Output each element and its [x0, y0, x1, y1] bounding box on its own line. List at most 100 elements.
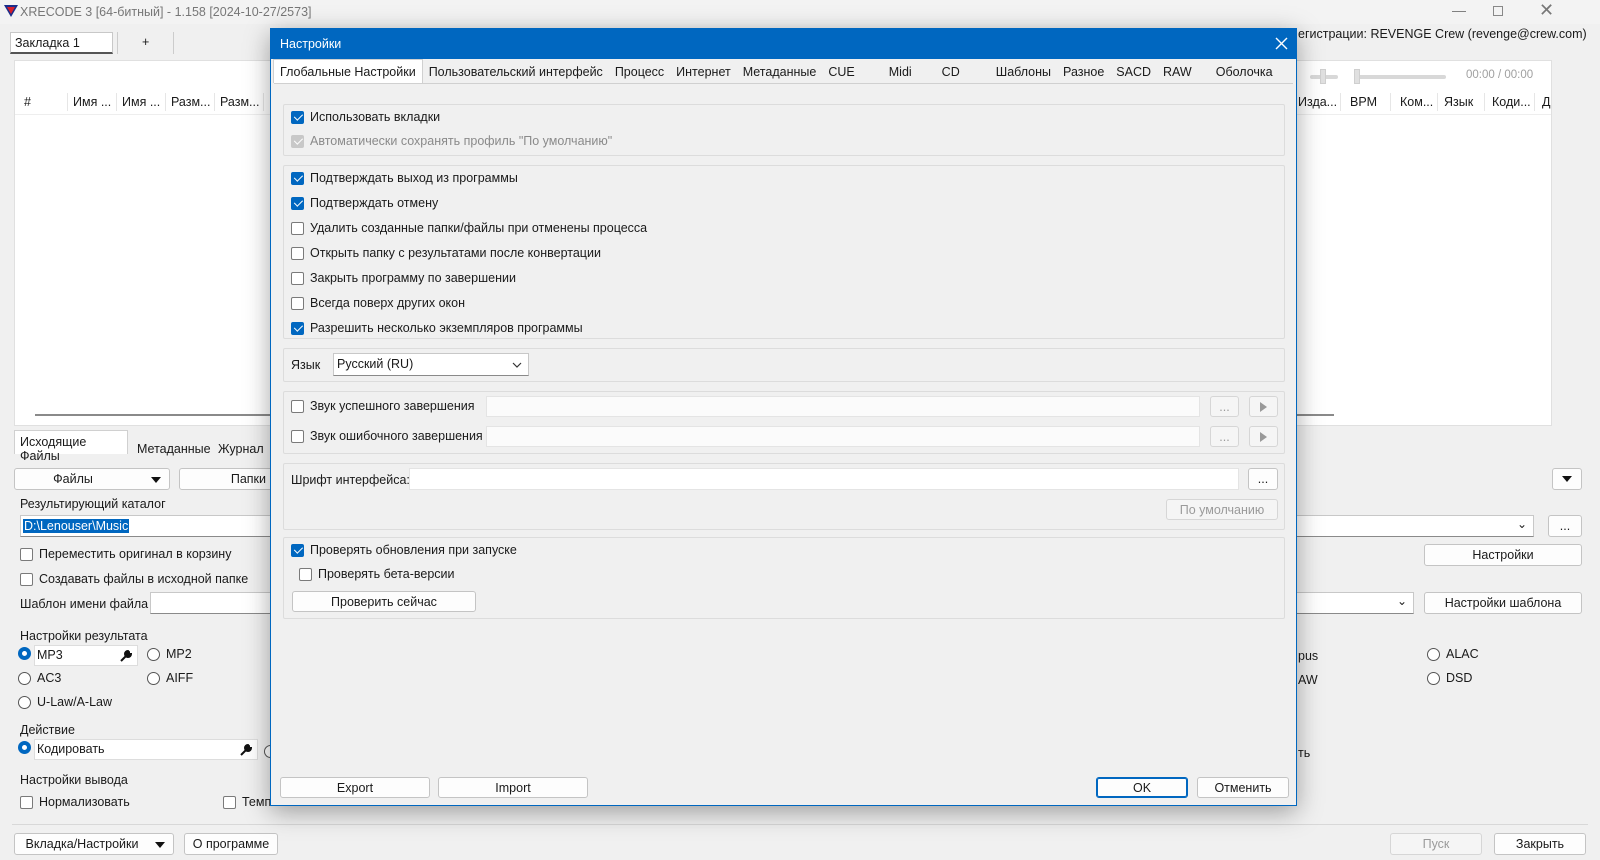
check-now-button[interactable]: Проверить сейчас: [292, 591, 476, 612]
tab-templates[interactable]: Шаблоны: [990, 61, 1057, 83]
tab-cue[interactable]: CUE: [822, 61, 882, 83]
use-tabs-checkbox[interactable]: Использовать вкладки: [291, 110, 440, 124]
bottom-tab-source-files[interactable]: Исходящие Файлы: [14, 430, 128, 463]
move-original-checkbox[interactable]: Переместить оригинал в корзину: [20, 547, 231, 561]
folders-button[interactable]: Папки: [179, 468, 279, 490]
column-header[interactable]: #: [24, 95, 31, 109]
format-dsd-radio[interactable]: DSD: [1427, 671, 1472, 685]
files-button[interactable]: Файлы: [14, 468, 170, 490]
tab-process[interactable]: Процесс: [609, 61, 670, 83]
format-mp3-radio[interactable]: [18, 647, 31, 660]
tab-user-interface[interactable]: Пользовательский интерфейс: [423, 61, 609, 83]
options-dropdown-button[interactable]: [1552, 468, 1582, 490]
checkbox[interactable]: [20, 572, 33, 586]
open-folder-checkbox[interactable]: Открыть папку с результатами после конве…: [291, 246, 601, 260]
about-button[interactable]: О программе: [184, 833, 278, 855]
font-input[interactable]: [409, 468, 1239, 490]
tab-internet[interactable]: Интернет: [670, 61, 737, 83]
export-button[interactable]: Export: [280, 777, 430, 798]
sound-success-checkbox[interactable]: Звук успешного завершения: [291, 399, 475, 413]
tab-shell[interactable]: Оболочка: [1210, 61, 1279, 83]
sound-error-play-button[interactable]: [1249, 426, 1278, 447]
horizontal-scrollbar[interactable]: [35, 414, 275, 416]
tab-global-settings[interactable]: Глобальные Настройки: [273, 59, 423, 83]
tab-misc[interactable]: Разное: [1057, 61, 1110, 83]
tab-settings-button[interactable]: Вкладка/Настройки: [14, 833, 174, 855]
file-list-right[interactable]: 00:00 / 00:00 Изда... BPM Ком... Язык Ко…: [1296, 60, 1552, 426]
check-updates-checkbox[interactable]: Проверять обновления при запуске: [291, 543, 517, 557]
close-icon[interactable]: [1275, 37, 1288, 50]
sound-success-play-button[interactable]: [1249, 396, 1278, 417]
add-tab-button[interactable]: +: [142, 35, 149, 49]
tempo-checkbox[interactable]: Темп: [223, 795, 271, 809]
wrench-icon[interactable]: [119, 649, 133, 663]
bottom-tab-metadata[interactable]: Метаданные: [137, 442, 211, 456]
format-mp2-radio[interactable]: MP2: [147, 647, 192, 661]
font-default-button[interactable]: По умолчанию: [1166, 499, 1278, 520]
sound-success-browse-button[interactable]: ...: [1210, 396, 1239, 417]
position-slider[interactable]: [1354, 75, 1446, 79]
wrench-icon[interactable]: [239, 743, 253, 757]
format-mp3-field[interactable]: MP3: [34, 645, 138, 666]
restore-icon[interactable]: [1493, 6, 1503, 16]
sound-success-input[interactable]: [486, 396, 1200, 417]
cancel-button[interactable]: Отменить: [1197, 777, 1289, 798]
tab-bookmark-1[interactable]: Закладка 1: [10, 32, 113, 54]
language-select[interactable]: Русский (RU): [333, 353, 529, 376]
volume-slider-thumb[interactable]: [1320, 69, 1326, 84]
column-header[interactable]: Имя ...: [73, 95, 111, 109]
normalize-checkbox[interactable]: Нормализовать: [20, 795, 130, 809]
delete-created-checkbox[interactable]: Удалить созданные папки/файлы при отмене…: [291, 221, 647, 235]
import-button[interactable]: Import: [438, 777, 588, 798]
column-header[interactable]: Ком...: [1400, 95, 1433, 109]
file-list[interactable]: # Имя ... Имя ... Разм... Разм...: [14, 60, 275, 426]
tab-cd[interactable]: CD: [936, 61, 990, 83]
multi-instance-checkbox[interactable]: Разрешить несколько экземпляров программ…: [291, 321, 583, 335]
close-app-button[interactable]: Закрыть: [1494, 833, 1586, 855]
confirm-exit-checkbox[interactable]: Подтверждать выход из программы: [291, 171, 518, 185]
checkbox[interactable]: [20, 547, 33, 561]
tab-metadata[interactable]: Метаданные: [737, 61, 823, 83]
tab-raw[interactable]: RAW: [1157, 61, 1210, 83]
radio[interactable]: [18, 647, 31, 660]
always-on-top-checkbox[interactable]: Всегда поверх других окон: [291, 296, 465, 310]
format-alac-radio[interactable]: ALAC: [1427, 647, 1479, 661]
minimize-icon[interactable]: —: [1452, 2, 1466, 18]
output-dir-combo[interactable]: ⌄: [1296, 515, 1534, 537]
settings-button[interactable]: Настройки: [1424, 544, 1582, 566]
format-ulaw-radio[interactable]: U-Law/A-Law: [18, 695, 112, 709]
format-aiff-radio[interactable]: AIFF: [147, 671, 193, 685]
tab-midi[interactable]: Midi: [883, 61, 936, 83]
sound-error-input[interactable]: [486, 426, 1200, 447]
horizontal-scrollbar[interactable]: [1296, 414, 1334, 416]
ok-button[interactable]: OK: [1096, 777, 1188, 798]
action-encode-field[interactable]: Кодировать: [34, 739, 258, 760]
check-beta-checkbox[interactable]: Проверять бета-версии: [299, 567, 455, 581]
confirm-cancel-checkbox[interactable]: Подтверждать отмену: [291, 196, 438, 210]
column-header[interactable]: BPM: [1350, 95, 1377, 109]
font-browse-button[interactable]: ...: [1248, 468, 1278, 490]
template-combo[interactable]: ⌄: [1296, 592, 1414, 614]
column-header[interactable]: Имя ...: [122, 95, 160, 109]
tab-sacd[interactable]: SACD: [1110, 61, 1157, 83]
template-settings-button[interactable]: Настройки шаблона: [1424, 592, 1582, 614]
sound-error-checkbox[interactable]: Звук ошибочного завершения: [291, 429, 483, 443]
filename-template-input[interactable]: [150, 592, 280, 614]
format-ac3-radio[interactable]: AC3: [18, 671, 61, 685]
column-header[interactable]: Разм...: [220, 95, 259, 109]
column-header[interactable]: Коди...: [1492, 95, 1531, 109]
create-in-source-checkbox[interactable]: Создавать файлы в исходной папке: [20, 572, 248, 586]
column-header[interactable]: Д: [1542, 95, 1550, 109]
sound-error-browse-button[interactable]: ...: [1210, 426, 1239, 447]
bottom-tab-log[interactable]: Журнал: [218, 442, 264, 456]
browse-output-button[interactable]: ...: [1548, 515, 1582, 537]
column-header[interactable]: Изда...: [1298, 95, 1337, 109]
position-slider-thumb[interactable]: [1354, 69, 1360, 84]
close-window-icon[interactable]: ✕: [1539, 0, 1554, 21]
close-on-finish-checkbox[interactable]: Закрыть программу по завершении: [291, 271, 516, 285]
output-dir-input[interactable]: D:\Lenouser\Music: [20, 515, 280, 537]
action-encode-radio[interactable]: [18, 741, 31, 754]
column-header[interactable]: Язык: [1444, 95, 1473, 109]
autosave-profile-checkbox[interactable]: Автоматически сохранять профиль "По умол…: [291, 134, 612, 148]
start-button[interactable]: Пуск: [1390, 833, 1482, 855]
